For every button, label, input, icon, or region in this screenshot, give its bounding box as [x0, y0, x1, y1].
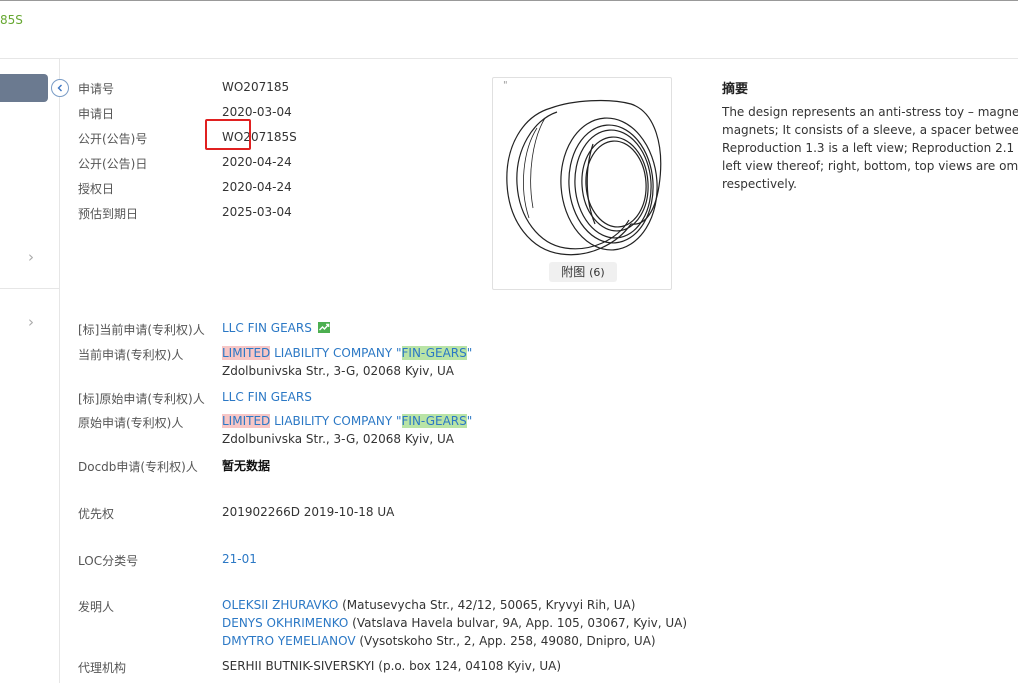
figure-count: (6): [589, 266, 605, 279]
current-applicant-link[interactable]: LIMITED LIABILITY COMPANY "FIN-GEARS": [222, 346, 472, 360]
std-current-applicant-value: LLC FIN GEARS: [222, 321, 330, 335]
highlight-word: LIMITED: [222, 346, 271, 360]
priority-value: 201902266D 2019-10-18 UA: [222, 505, 395, 519]
std-current-applicant-label: [标]当前申请(专利权)人: [78, 323, 205, 337]
chevron-right-icon[interactable]: ›: [28, 315, 40, 330]
original-applicant-label: 原始申请(专利权)人: [78, 416, 184, 430]
applicant-name-part: LIABILITY COMPANY ": [270, 414, 402, 428]
inventor-link[interactable]: DENYS OKHRIMENKO: [222, 616, 348, 630]
agency-label: 代理机构: [78, 661, 127, 675]
publication-number-header: 85S: [0, 13, 23, 27]
abstract-line: respectively.: [722, 177, 797, 191]
inventors-label: 发明人: [78, 600, 115, 614]
grant-date-value: 2020-04-24: [222, 180, 292, 194]
applicant-name-part: LIABILITY COMPANY ": [270, 346, 402, 360]
application-date-value: 2020-03-04: [222, 105, 292, 119]
chevron-right-icon[interactable]: ›: [28, 250, 40, 265]
collapse-sidebar-button[interactable]: [51, 79, 69, 97]
application-date-label: 申请日: [78, 107, 115, 121]
inventor-link[interactable]: DMYTRO YEMELIANOV: [222, 634, 356, 648]
ring-drawing-image: [506, 99, 662, 256]
loc-class-link[interactable]: 21-01: [222, 552, 257, 566]
abstract-line: The design represents an anti-stress toy…: [722, 105, 1018, 119]
highlight-word: LIMITED: [222, 414, 271, 428]
trend-chart-icon[interactable]: [317, 322, 330, 333]
sidebar-active-item[interactable]: [0, 74, 48, 102]
application-number-label: 申请号: [78, 82, 115, 96]
loc-class-label: LOC分类号: [78, 554, 139, 568]
docdb-applicant-value: 暂无数据: [222, 459, 271, 473]
highlight-box: [205, 119, 251, 150]
std-original-applicant-label: [标]原始申请(专利权)人: [78, 392, 205, 406]
publication-date-value: 2020-04-24: [222, 155, 292, 169]
publication-number-label: 公开(公告)号: [78, 132, 148, 146]
abstract-line: Reproduction 1.3 is a left view; Reprodu…: [722, 141, 1018, 155]
inventor-address: (Vysotskoho Str., 2, App. 258, 49080, Dn…: [355, 634, 656, 648]
abstract-title: 摘要: [722, 82, 749, 97]
inventor-address: (Matusevycha Str., 42/12, 50065, Kryvyi …: [338, 598, 636, 612]
std-original-applicant-link[interactable]: LLC FIN GEARS: [222, 390, 312, 404]
current-applicant-label: 当前申请(专利权)人: [78, 348, 184, 362]
figure-count-button[interactable]: 附图 (6): [549, 262, 617, 282]
inventor-entry: OLEKSII ZHURAVKO (Matusevycha Str., 42/1…: [222, 598, 635, 612]
original-applicant-address: Zdolbunivska Str., 3-G, 02068 Kyiv, UA: [222, 432, 455, 446]
grant-date-label: 授权日: [78, 182, 115, 196]
inventor-address: (Vatslava Havela bulvar, 9A, App. 105, 0…: [348, 616, 688, 630]
application-number-value: WO207185: [222, 80, 290, 94]
expiry-date-label: 预估到期日: [78, 207, 139, 221]
figure-label: 附图: [561, 265, 586, 279]
left-sidebar: › ›: [0, 59, 60, 683]
applicant-name-part: ": [466, 414, 473, 428]
abstract-line: left view thereof; right, bottom, top vi…: [722, 159, 1018, 173]
inventor-entry: DMYTRO YEMELIANOV (Vysotskoho Str., 2, A…: [222, 634, 656, 648]
figure-thumbnail-card[interactable]: " 附图 (6): [492, 77, 672, 290]
current-applicant-address: Zdolbunivska Str., 3-G, 02068 Kyiv, UA: [222, 364, 455, 378]
std-current-applicant-link[interactable]: LLC FIN GEARS: [222, 321, 312, 335]
sidebar-divider: [0, 288, 60, 289]
agency-value: SERHII BUTNIK-SIVERSKYI (p.o. box 124, 0…: [222, 659, 562, 673]
expiry-date-value: 2025-03-04: [222, 205, 292, 219]
highlight-word: FIN-GEARS: [401, 346, 467, 360]
applicant-name-part: ": [466, 346, 473, 360]
abstract-text: The design represents an anti-stress toy…: [722, 103, 1018, 193]
publication-date-label: 公开(公告)日: [78, 157, 148, 171]
priority-label: 优先权: [78, 507, 115, 521]
top-bar: 85S: [0, 0, 1018, 59]
abstract-line: magnets; It consists of a sleeve, a spac…: [722, 123, 1018, 137]
original-applicant-link[interactable]: LIMITED LIABILITY COMPANY "FIN-GEARS": [222, 414, 472, 428]
docdb-applicant-label: Docdb申请(专利权)人: [78, 460, 198, 474]
inventor-entry: DENYS OKHRIMENKO (Vatslava Havela bulvar…: [222, 616, 687, 630]
highlight-word: FIN-GEARS: [401, 414, 467, 428]
chevron-left-icon: [57, 84, 62, 92]
inventor-link[interactable]: OLEKSII ZHURAVKO: [222, 598, 338, 612]
